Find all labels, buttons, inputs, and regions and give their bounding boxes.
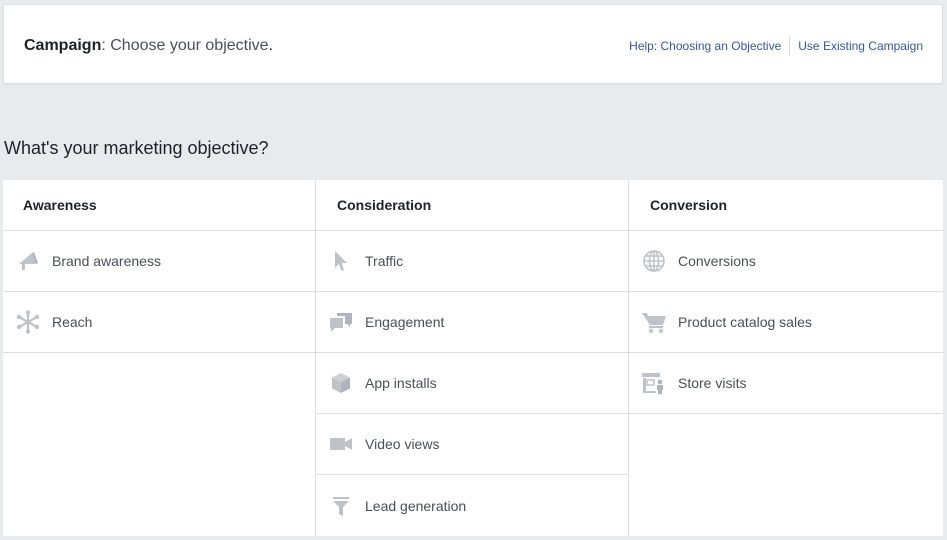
- globe-icon: [641, 248, 667, 274]
- objective-traffic[interactable]: Traffic: [316, 231, 628, 292]
- page-title-dot: .: [268, 37, 273, 54]
- objective-label: Engagement: [365, 314, 445, 330]
- cursor-icon: [328, 248, 354, 274]
- objective-label: Store visits: [678, 375, 747, 391]
- column-conversion: Conversion Conversions Product catalog s…: [629, 180, 943, 536]
- box-icon: [328, 370, 354, 396]
- column-awareness: Awareness Brand awareness Reach: [3, 180, 316, 536]
- objective-label: App installs: [365, 375, 437, 391]
- help-choosing-objective-link[interactable]: Help: Choosing an Objective: [629, 36, 781, 56]
- objective-brand-awareness[interactable]: Brand awareness: [3, 231, 315, 292]
- chat-bubbles-icon: [328, 309, 354, 335]
- objective-label: Product catalog sales: [678, 314, 812, 330]
- page-title-rest: : Choose your objective: [101, 37, 269, 54]
- page-title-bold: Campaign: [24, 37, 102, 54]
- column-header-consideration: Consideration: [316, 180, 628, 231]
- column-header-conversion: Conversion: [629, 180, 943, 231]
- funnel-icon: [328, 493, 354, 519]
- objective-label: Traffic: [365, 253, 404, 269]
- objective-label: Lead generation: [365, 497, 467, 514]
- objective-app-installs[interactable]: App installs: [316, 353, 628, 414]
- reach-asterisk-icon: [15, 309, 41, 335]
- objective-reach[interactable]: Reach: [3, 292, 315, 353]
- campaign-header: Campaign: Choose your objective. Help: C…: [3, 4, 943, 84]
- objective-label: Conversions: [678, 253, 756, 269]
- header-links: Help: Choosing an Objective Use Existing…: [629, 36, 923, 56]
- objective-grid: Awareness Brand awareness Reach Consider…: [3, 180, 943, 536]
- use-existing-campaign-link[interactable]: Use Existing Campaign: [798, 36, 923, 56]
- objective-product-catalog-sales[interactable]: Product catalog sales: [629, 292, 943, 353]
- megaphone-icon: [15, 248, 41, 274]
- objective-engagement[interactable]: Engagement: [316, 292, 628, 353]
- column-consideration: Consideration Traffic Engagement App ins…: [316, 180, 629, 536]
- page-title: Campaign: Choose your objective.: [24, 36, 273, 56]
- objective-store-visits[interactable]: Store visits: [629, 353, 943, 414]
- shopping-cart-icon: [641, 309, 667, 335]
- objective-lead-generation[interactable]: Lead generation: [316, 475, 628, 536]
- objective-label: Video views: [365, 436, 440, 452]
- objective-label: Reach: [52, 314, 93, 330]
- objective-label: Brand awareness: [52, 253, 161, 269]
- video-camera-icon: [328, 431, 354, 457]
- objective-video-views[interactable]: Video views: [316, 414, 628, 475]
- column-header-awareness: Awareness: [3, 180, 315, 231]
- objective-heading: What's your marketing objective?: [4, 138, 269, 158]
- objective-conversions[interactable]: Conversions: [629, 231, 943, 292]
- store-person-icon: [641, 370, 667, 396]
- link-divider: [789, 36, 791, 56]
